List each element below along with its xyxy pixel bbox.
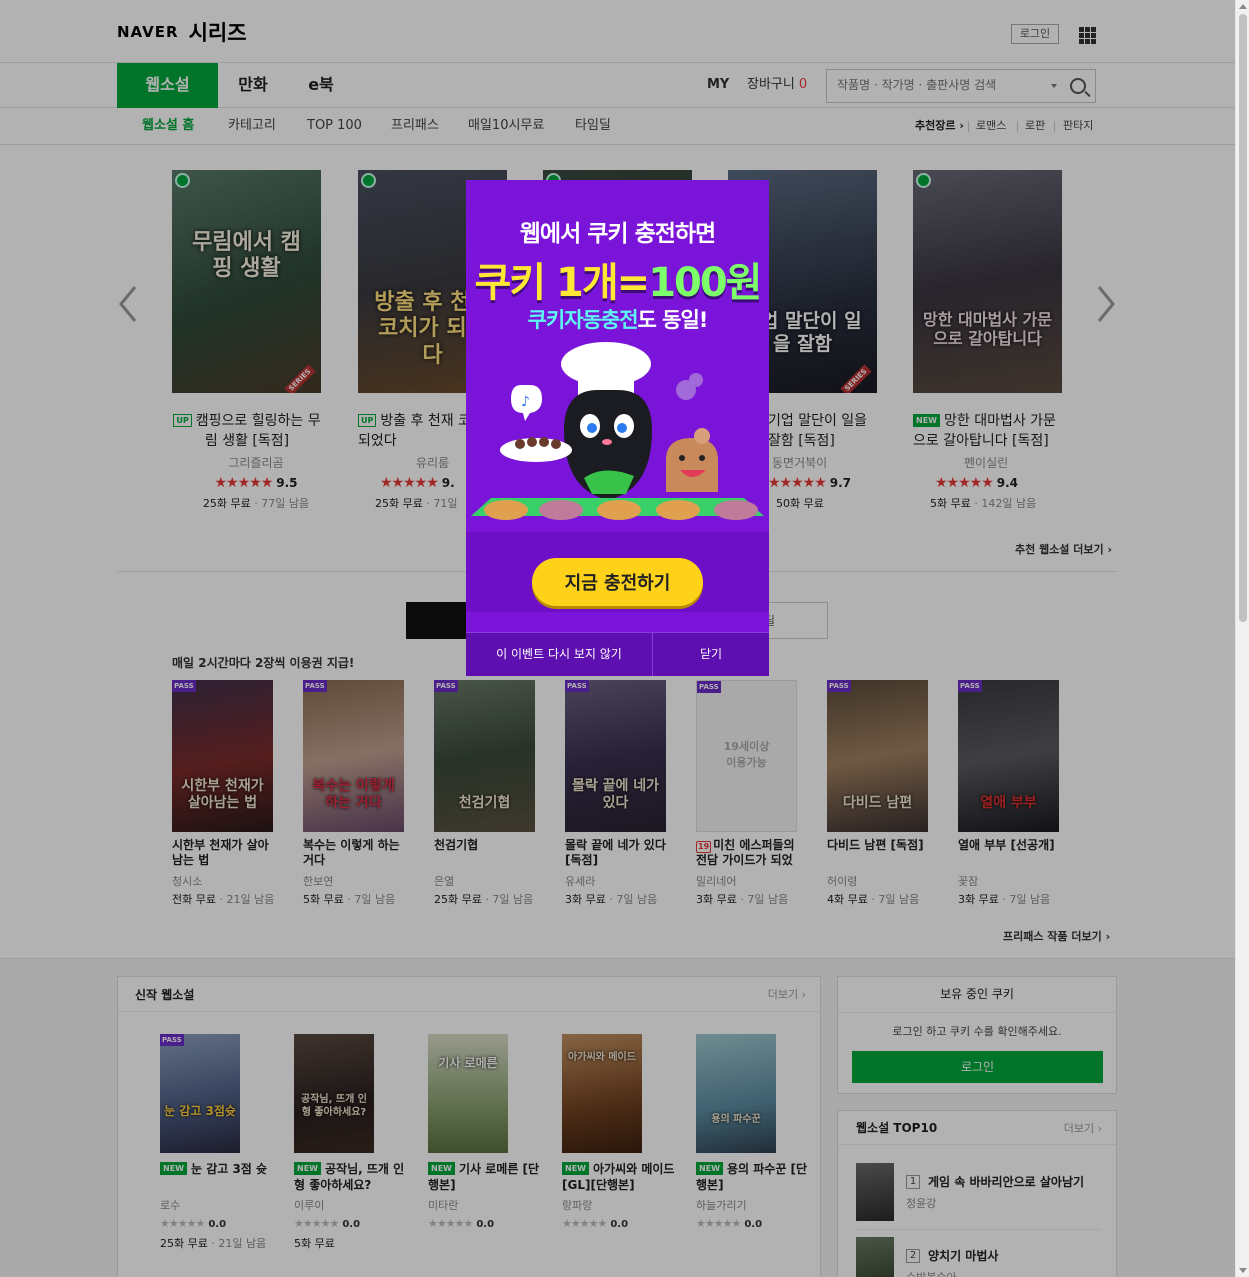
promo-line-1: 웹에서 쿠키 충전하면 — [519, 221, 716, 247]
promo-line-2: 쿠키 1개=100원 — [474, 260, 763, 306]
scroll-up-icon[interactable] — [1239, 4, 1247, 9]
modal-close-button[interactable]: 닫기 — [653, 633, 769, 676]
page: NAVER 시리즈 로그인 웹소설 만화 e북 MY 장바구니0 웹소설 홈 카… — [0, 0, 1235, 1277]
charge-now-button[interactable]: 지금 충전하기 — [532, 558, 703, 606]
scroll-down-icon[interactable] — [1239, 1268, 1247, 1273]
scrollbar-thumb[interactable] — [1239, 14, 1247, 622]
modal-footer: 이 이벤트 다시 보지 않기 닫기 — [466, 632, 769, 676]
chef-cat-illustration: ♪ — [471, 342, 764, 520]
promo-modal: 웹에서 쿠키 충전하면 쿠키 1개=100원 쿠키자동충전도 동일! ♪ 지금 … — [466, 180, 769, 676]
dont-show-again-button[interactable]: 이 이벤트 다시 보지 않기 — [466, 633, 652, 676]
scrollbar[interactable] — [1235, 0, 1249, 1277]
svg-text:♪: ♪ — [521, 394, 530, 410]
promo-line-3: 쿠키자동충전도 동일! — [527, 308, 709, 332]
